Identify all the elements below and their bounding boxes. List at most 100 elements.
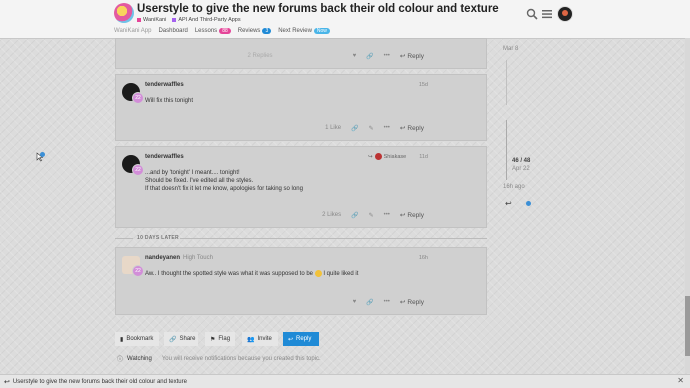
like-icon[interactable]: ♥ bbox=[353, 299, 357, 305]
invite-icon: 👥 bbox=[247, 336, 255, 343]
avatar[interactable]: 22 bbox=[122, 155, 144, 176]
reply-icon: ↩ bbox=[4, 378, 10, 386]
timeline-notification-dot[interactable] bbox=[526, 201, 531, 206]
reply-icon: ↩ bbox=[399, 299, 406, 306]
link-icon[interactable]: 🔗 bbox=[351, 125, 358, 132]
nav-dashboard[interactable]: Dashboard bbox=[158, 28, 187, 34]
invite-button[interactable]: 👥 Invite bbox=[242, 332, 278, 346]
like-icon[interactable]: ♥ bbox=[353, 53, 357, 59]
reply-topic-button[interactable]: ↩ Reply bbox=[283, 332, 319, 346]
reply-to-icon: ↪ bbox=[368, 153, 373, 160]
site-logo[interactable] bbox=[114, 3, 134, 23]
user-avatar[interactable] bbox=[557, 6, 573, 22]
share-button[interactable]: 🔗 Share bbox=[164, 332, 198, 346]
post-actions: 2 Likes 🔗 ✎ ••• ↩ Reply bbox=[322, 211, 424, 220]
timeline-position: 46 / 48 bbox=[512, 158, 531, 164]
post-actions: ♥ 🔗 ••• ↩ Reply bbox=[353, 298, 424, 307]
flag-button[interactable]: ⚑ Flag bbox=[205, 332, 235, 346]
reply-icon: ↩ bbox=[399, 212, 406, 219]
user-title: High Touch bbox=[183, 255, 213, 261]
more-icon[interactable]: ••• bbox=[384, 212, 390, 218]
post: 22 nandeyanen High Touch 16h Aw.. I thoug… bbox=[115, 247, 487, 315]
bookmark-button[interactable]: ▮ Bookmark bbox=[115, 332, 159, 346]
level-badge: 22 bbox=[132, 265, 144, 277]
avatar[interactable]: 22 bbox=[122, 256, 144, 277]
timeline-reply-icon[interactable]: ↩ bbox=[505, 199, 512, 208]
time-gap-divider bbox=[115, 238, 133, 239]
next-review-badge: Now bbox=[313, 28, 330, 34]
close-icon[interactable]: ✕ bbox=[677, 376, 684, 385]
avatar[interactable]: 22 bbox=[122, 83, 144, 104]
more-icon[interactable]: ••• bbox=[384, 125, 390, 131]
time-gap-divider bbox=[180, 238, 487, 239]
more-icon[interactable]: ••• bbox=[384, 53, 390, 59]
scrollbar-thumb[interactable] bbox=[685, 296, 690, 356]
search-icon[interactable] bbox=[526, 8, 538, 20]
post-date[interactable]: 15d bbox=[419, 82, 428, 88]
post-date[interactable]: 16h bbox=[419, 255, 428, 261]
wanikani-nav: WaniKani App Dashboard Lessons 88 Reviews… bbox=[114, 28, 330, 34]
level-badge: 22 bbox=[132, 92, 144, 104]
watching-hint: You will receive notifications because y… bbox=[161, 355, 321, 362]
category-api[interactable]: API And Third-Party Apps bbox=[172, 17, 241, 23]
replies-toggle[interactable]: 2 Replies bbox=[248, 53, 273, 59]
lessons-count-badge: 88 bbox=[219, 28, 231, 34]
nav-lessons[interactable]: Lessons 88 bbox=[195, 28, 231, 34]
username[interactable]: tenderwaffles bbox=[145, 154, 184, 160]
timeline-handle[interactable] bbox=[506, 120, 507, 180]
edit-icon[interactable]: ✎ bbox=[369, 212, 374, 219]
post-body: ...and by 'tonight' I meant.... tonight!… bbox=[145, 170, 303, 192]
timeline-track[interactable] bbox=[506, 60, 507, 105]
reply-icon: ↩ bbox=[288, 336, 294, 343]
timeline-last-activity[interactable]: 16h ago bbox=[503, 184, 525, 190]
post: 22 tenderwaffles ↪ Shiakase 11d ...and b… bbox=[115, 146, 487, 228]
topic-title[interactable]: Userstyle to give the new forums back th… bbox=[137, 3, 499, 15]
more-icon[interactable]: ••• bbox=[384, 299, 390, 305]
category-color-icon bbox=[137, 18, 141, 22]
reply-button[interactable]: ↩ Reply bbox=[399, 52, 424, 61]
footer-bar: ↩ Userstyle to give the new forums back … bbox=[0, 374, 690, 388]
emoji-icon bbox=[314, 270, 322, 277]
post: 22 tenderwaffles 15d Will fix this tonig… bbox=[115, 74, 487, 141]
post-body: Will fix this tonight bbox=[145, 98, 194, 104]
share-icon: 🔗 bbox=[169, 336, 177, 343]
footer-topic-link[interactable]: Userstyle to give the new forums back th… bbox=[13, 379, 187, 385]
category-wanikani[interactable]: WaniKani bbox=[137, 17, 166, 23]
username[interactable]: tenderwaffles bbox=[145, 82, 184, 88]
watching-icon: ⓘ bbox=[117, 357, 124, 363]
post-actions: 1 Like 🔗 ✎ ••• ↩ Reply bbox=[325, 124, 424, 133]
site-header: Userstyle to give the new forums back th… bbox=[0, 0, 690, 39]
post: 2 Replies ♥ 🔗 ••• ↩ Reply bbox=[115, 38, 487, 69]
edit-icon[interactable]: ✎ bbox=[369, 125, 374, 132]
nav-app[interactable]: WaniKani App bbox=[114, 28, 151, 34]
like-count[interactable]: 2 Likes bbox=[322, 212, 341, 218]
reply-to-avatar bbox=[374, 153, 382, 160]
link-icon[interactable]: 🔗 bbox=[366, 53, 373, 60]
timeline-top-date[interactable]: Mar 8 bbox=[503, 46, 518, 52]
reply-button[interactable]: ↩ Reply bbox=[399, 124, 424, 133]
nav-reviews[interactable]: Reviews 3 bbox=[238, 28, 272, 34]
watching-button[interactable]: Watching bbox=[127, 356, 152, 362]
link-icon[interactable]: 🔗 bbox=[366, 299, 373, 306]
link-icon[interactable]: 🔗 bbox=[351, 212, 358, 219]
post-body: Aw.. I thought the spotted style was wha… bbox=[145, 270, 359, 278]
flag-icon: ⚑ bbox=[210, 336, 216, 343]
time-gap-label: 10 DAYS LATER bbox=[137, 235, 179, 241]
category-color-icon bbox=[172, 18, 177, 22]
username[interactable]: nandeyanen High Touch bbox=[145, 255, 213, 261]
reply-button[interactable]: ↩ Reply bbox=[399, 298, 424, 307]
hamburger-menu-icon[interactable] bbox=[541, 8, 553, 20]
reply-button[interactable]: ↩ Reply bbox=[399, 211, 424, 220]
level-badge: 22 bbox=[132, 164, 144, 176]
nav-next-review[interactable]: Next Review Now bbox=[278, 28, 330, 34]
reviews-count-badge: 3 bbox=[262, 28, 272, 34]
topic-categories: WaniKani API And Third-Party Apps bbox=[137, 17, 241, 23]
reply-to-tab[interactable]: ↪ Shiakase bbox=[368, 153, 406, 160]
notification-level: ⓘ Watching You will receive notification… bbox=[117, 354, 321, 364]
reply-icon: ↩ bbox=[399, 125, 406, 132]
post-actions: 2 Replies ♥ 🔗 ••• ↩ Reply bbox=[248, 52, 424, 61]
like-count[interactable]: 1 Like bbox=[325, 125, 341, 131]
reply-icon: ↩ bbox=[399, 53, 406, 60]
post-date[interactable]: 11d bbox=[419, 154, 428, 160]
bookmark-icon: ▮ bbox=[120, 336, 124, 343]
